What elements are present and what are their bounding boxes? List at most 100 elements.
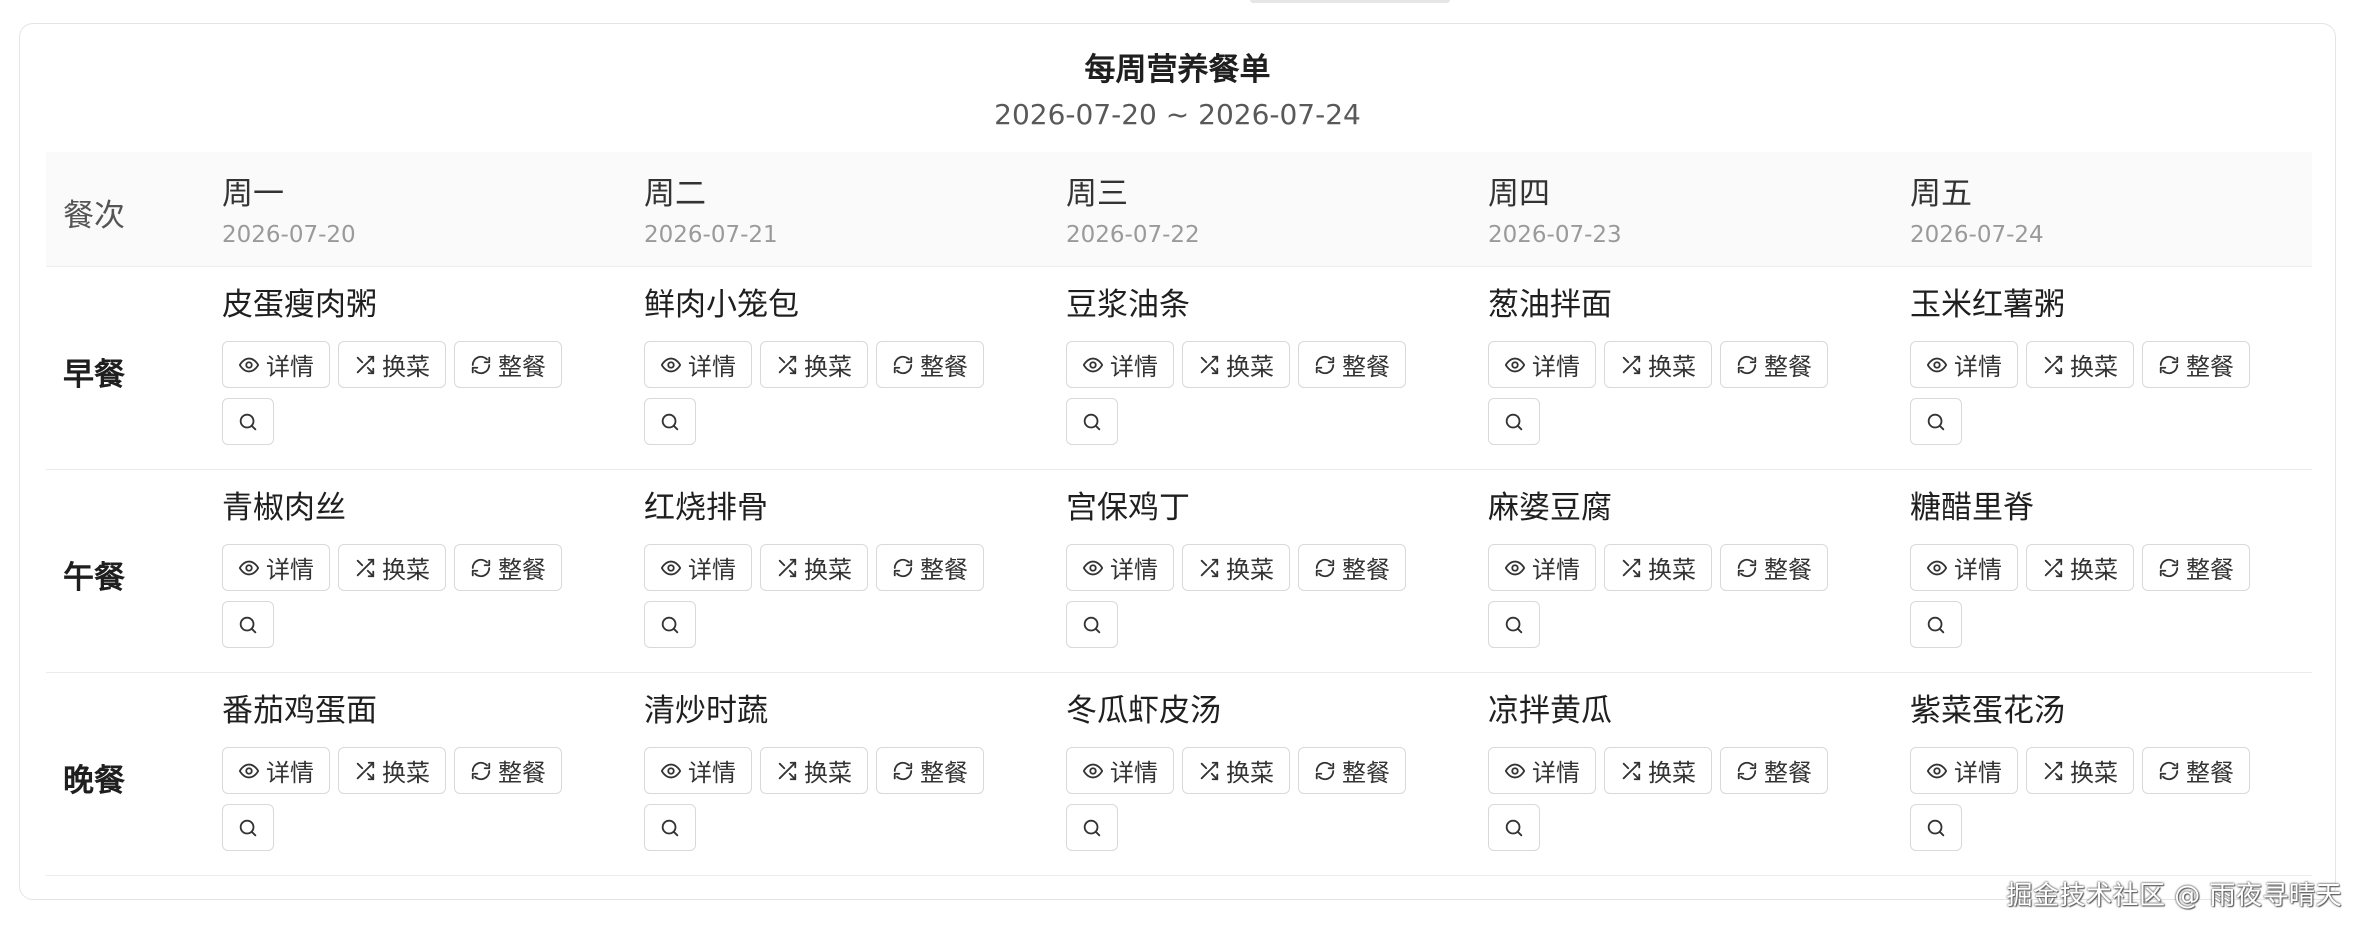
detail-button-label: 详情 — [1954, 759, 2002, 787]
whole-meal-button[interactable]: 整餐 — [1298, 341, 1406, 388]
search-button[interactable] — [222, 601, 274, 648]
cell-actions: 详情 换菜 整餐 — [1066, 747, 1426, 851]
whole-meal-button[interactable]: 整餐 — [876, 544, 984, 591]
swap-dish-button[interactable]: 换菜 — [1604, 341, 1712, 388]
search-button[interactable] — [222, 398, 274, 445]
whole-meal-button[interactable]: 整餐 — [1298, 544, 1406, 591]
whole-meal-button-label: 整餐 — [920, 556, 968, 584]
swap-dish-button[interactable]: 换菜 — [2026, 747, 2134, 794]
whole-meal-button[interactable]: 整餐 — [876, 747, 984, 794]
whole-meal-button[interactable]: 整餐 — [2142, 341, 2250, 388]
detail-button-label: 详情 — [1110, 556, 1158, 584]
detail-button[interactable]: 详情 — [1910, 341, 2018, 388]
swap-dish-button[interactable]: 换菜 — [2026, 341, 2134, 388]
detail-button[interactable]: 详情 — [1066, 341, 1174, 388]
refresh-icon — [1736, 760, 1758, 782]
whole-meal-button[interactable]: 整餐 — [1720, 544, 1828, 591]
search-button[interactable] — [1910, 398, 1962, 445]
search-icon — [1503, 614, 1525, 636]
whole-meal-button[interactable]: 整餐 — [1720, 747, 1828, 794]
swap-dish-button[interactable]: 换菜 — [338, 341, 446, 388]
detail-button[interactable]: 详情 — [222, 747, 330, 794]
detail-button[interactable]: 详情 — [1066, 544, 1174, 591]
swap-dish-button[interactable]: 换菜 — [760, 341, 868, 388]
whole-meal-button[interactable]: 整餐 — [454, 341, 562, 388]
whole-meal-button[interactable]: 整餐 — [876, 341, 984, 388]
whole-meal-button-label: 整餐 — [1342, 353, 1390, 381]
swap-dish-button-label: 换菜 — [1226, 556, 1274, 584]
search-button[interactable] — [222, 804, 274, 851]
search-button[interactable] — [1910, 601, 1962, 648]
eye-icon — [238, 557, 260, 579]
detail-button[interactable]: 详情 — [1488, 747, 1596, 794]
detail-button[interactable]: 详情 — [644, 747, 752, 794]
meal-cell: 晚餐 — [46, 673, 196, 875]
search-button[interactable] — [644, 804, 696, 851]
swap-dish-button[interactable]: 换菜 — [760, 544, 868, 591]
whole-meal-button[interactable]: 整餐 — [2142, 747, 2250, 794]
swap-dish-button[interactable]: 换菜 — [338, 544, 446, 591]
search-button[interactable] — [1066, 804, 1118, 851]
whole-meal-button-label: 整餐 — [1764, 353, 1812, 381]
day-cell: 清炒时蔬 详情 换菜 整餐 — [644, 673, 1064, 875]
day-name: 周三 — [1066, 176, 1128, 212]
dish-name: 玉米红薯粥 — [1910, 287, 2065, 323]
cell-actions: 详情 换菜 整餐 — [1910, 747, 2270, 851]
search-button[interactable] — [1488, 804, 1540, 851]
whole-meal-button[interactable]: 整餐 — [2142, 544, 2250, 591]
refresh-icon — [470, 557, 492, 579]
swap-dish-button[interactable]: 换菜 — [1182, 747, 1290, 794]
menu-cell: 凉拌黄瓜 详情 换菜 整餐 — [1488, 691, 1908, 851]
whole-meal-button[interactable]: 整餐 — [1720, 341, 1828, 388]
eye-icon — [1504, 354, 1526, 376]
search-button[interactable] — [644, 398, 696, 445]
swap-dish-button[interactable]: 换菜 — [1182, 341, 1290, 388]
whole-meal-button[interactable]: 整餐 — [1298, 747, 1406, 794]
refresh-icon — [2158, 557, 2180, 579]
refresh-icon — [1736, 354, 1758, 376]
day-header: 周三 2026-07-22 — [1066, 152, 1486, 266]
search-button[interactable] — [644, 601, 696, 648]
search-icon — [1503, 817, 1525, 839]
detail-button-label: 详情 — [1954, 353, 2002, 381]
menu-cell: 鲜肉小笼包 详情 换菜 整餐 — [644, 285, 1064, 445]
detail-button[interactable]: 详情 — [222, 341, 330, 388]
menu-table: 餐次 周一 2026-07-20 周二 2026-07-21 周三 2026-0… — [46, 152, 2312, 876]
detail-button[interactable]: 详情 — [1910, 747, 2018, 794]
shuffle-icon — [354, 354, 376, 376]
search-button[interactable] — [1066, 398, 1118, 445]
detail-button[interactable]: 详情 — [1066, 747, 1174, 794]
eye-icon — [1504, 557, 1526, 579]
search-button[interactable] — [1910, 804, 1962, 851]
search-button[interactable] — [1066, 601, 1118, 648]
swap-dish-button[interactable]: 换菜 — [760, 747, 868, 794]
date-range: 2026-07-20 ~ 2026-07-24 — [994, 98, 1361, 131]
day-cell: 糖醋里脊 详情 换菜 整餐 — [1910, 470, 2310, 672]
shuffle-icon — [776, 354, 798, 376]
detail-button[interactable]: 详情 — [1488, 544, 1596, 591]
search-icon — [1925, 817, 1947, 839]
detail-button[interactable]: 详情 — [644, 341, 752, 388]
swap-dish-button[interactable]: 换菜 — [1604, 544, 1712, 591]
menu-cell: 青椒肉丝 详情 换菜 整餐 — [222, 488, 642, 648]
search-button[interactable] — [1488, 398, 1540, 445]
detail-button[interactable]: 详情 — [222, 544, 330, 591]
detail-button[interactable]: 详情 — [1488, 341, 1596, 388]
swap-dish-button[interactable]: 换菜 — [1182, 544, 1290, 591]
day-header: 周二 2026-07-21 — [644, 152, 1064, 266]
search-icon — [237, 614, 259, 636]
swap-dish-button-label: 换菜 — [382, 556, 430, 584]
detail-button[interactable]: 详情 — [1910, 544, 2018, 591]
swap-dish-button[interactable]: 换菜 — [338, 747, 446, 794]
search-button[interactable] — [1488, 601, 1540, 648]
swap-dish-button[interactable]: 换菜 — [1604, 747, 1712, 794]
whole-meal-button[interactable]: 整餐 — [454, 747, 562, 794]
whole-meal-button[interactable]: 整餐 — [454, 544, 562, 591]
search-icon — [1081, 614, 1103, 636]
swap-dish-button[interactable]: 换菜 — [2026, 544, 2134, 591]
detail-button[interactable]: 详情 — [644, 544, 752, 591]
page-title: 每周营养餐单 — [1084, 52, 1271, 88]
swap-dish-button-label: 换菜 — [2070, 556, 2118, 584]
cell-actions: 详情 换菜 整餐 — [644, 747, 1004, 851]
search-icon — [1925, 614, 1947, 636]
